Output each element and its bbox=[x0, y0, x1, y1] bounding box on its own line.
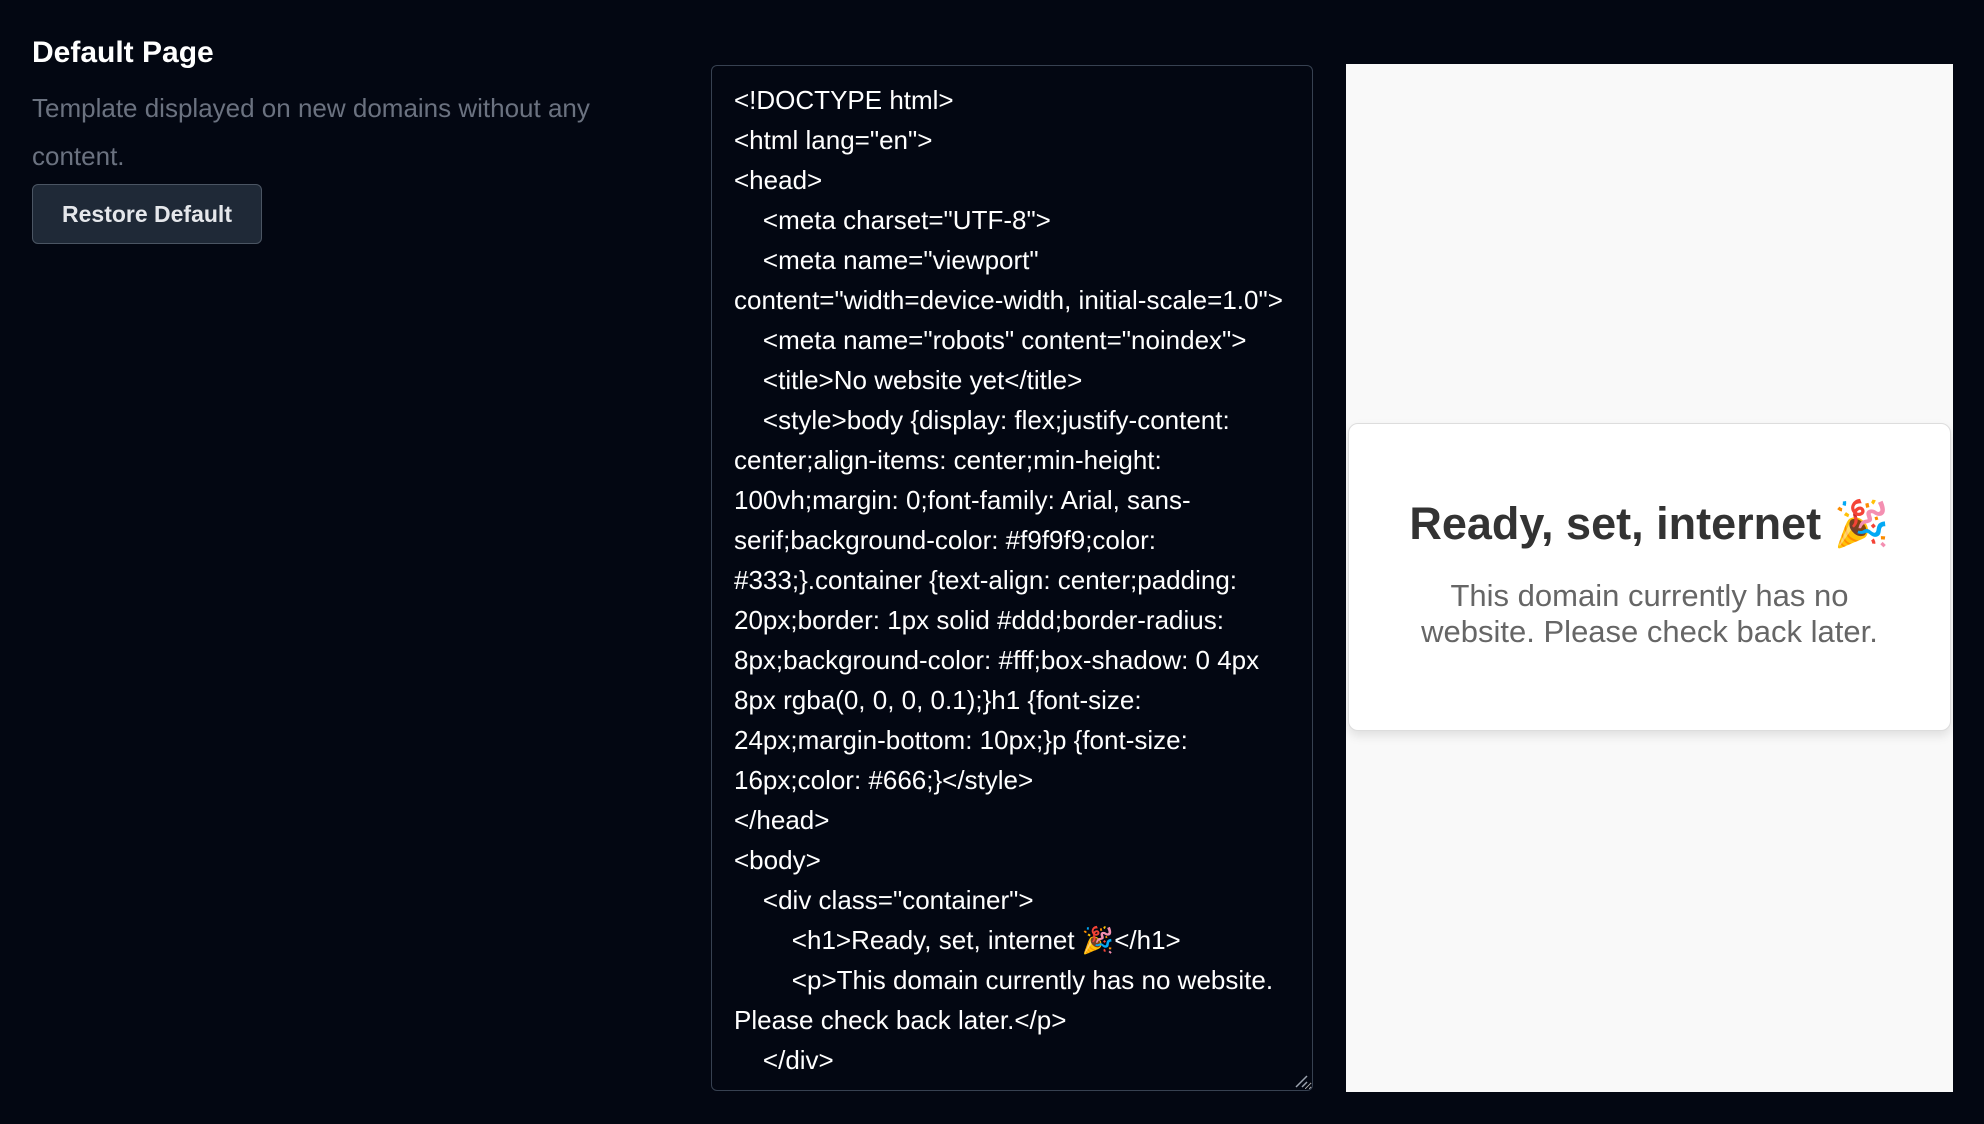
page-title: Default Page bbox=[32, 36, 214, 69]
preview-text: This domain currently has no website. Pl… bbox=[1421, 578, 1878, 649]
default-page-settings: Default Page Template displayed on new d… bbox=[0, 0, 1984, 1124]
settings-info: Default Page Template displayed on new d… bbox=[32, 32, 632, 244]
restore-default-button[interactable]: Restore Default bbox=[32, 184, 262, 244]
preview-heading: Ready, set, internet 🎉 bbox=[1409, 498, 1890, 549]
template-preview-frame: Ready, set, internet 🎉 This domain curre… bbox=[1346, 64, 1953, 1092]
page-description: Template displayed on new domains withou… bbox=[32, 93, 590, 171]
html-template-editor[interactable] bbox=[711, 65, 1313, 1091]
preview-container-card: Ready, set, internet 🎉 This domain curre… bbox=[1348, 423, 1951, 731]
